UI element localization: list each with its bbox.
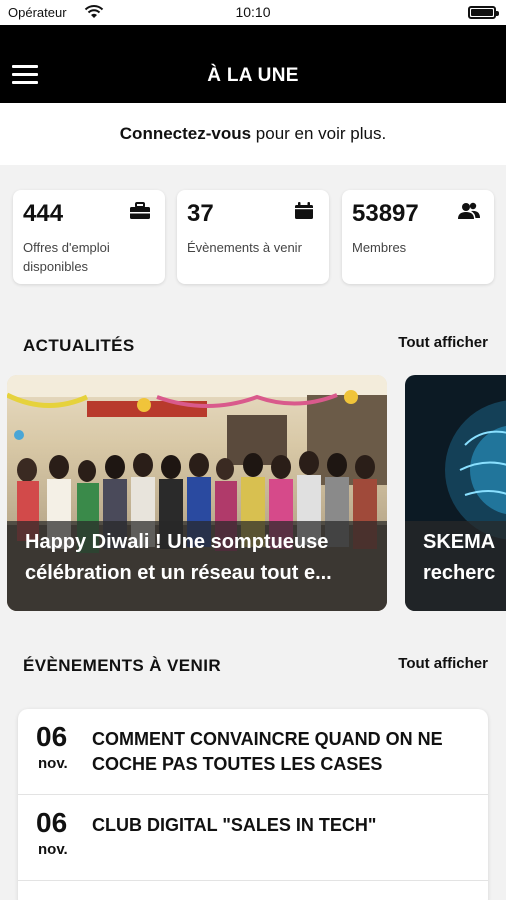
- news-headline: SKEMA recherc: [423, 527, 506, 589]
- stat-value: 444: [23, 200, 64, 227]
- briefcase-icon: [130, 202, 150, 219]
- news-card[interactable]: Happy Diwali ! Une somptueuse célébratio…: [7, 375, 387, 611]
- battery-icon: [468, 6, 499, 19]
- news-headline-line: Happy Diwali ! Une somptueuse: [25, 531, 329, 553]
- events-section-title: ÉVÈNEMENTS À VENIR: [23, 656, 222, 675]
- nav-bar: À LA UNE: [0, 25, 506, 103]
- event-row[interactable]: 06 nov. COMMENT CONVAINCRE QUAND ON NE C…: [18, 709, 488, 795]
- event-month: nov.: [38, 841, 68, 858]
- page-title: À LA UNE: [207, 65, 299, 86]
- news-headline-line: SKEMA: [423, 531, 496, 553]
- event-title: CLUB DIGITAL "SALES IN TECH": [92, 815, 377, 835]
- status-bar: Opérateur 10:10: [0, 0, 506, 25]
- login-prompt[interactable]: Connectez-vous pour en voir plus.: [0, 103, 506, 165]
- event-row[interactable]: 06 nov. CLUB DIGITAL "SALES IN TECH": [18, 795, 488, 881]
- news-card[interactable]: SKEMA recherc: [405, 375, 506, 611]
- news-headline-line: célébration et un réseau tout e...: [25, 562, 332, 584]
- status-time: 10:10: [235, 4, 271, 20]
- event-month: nov.: [38, 755, 68, 772]
- stat-card-events[interactable]: 37 Évènements à venir: [177, 190, 329, 284]
- users-icon: [458, 202, 480, 219]
- login-link[interactable]: Connectez-vous: [120, 124, 251, 143]
- news-headline: Happy Diwali ! Une somptueuse célébratio…: [25, 527, 377, 589]
- stat-label: Évènements à venir: [187, 240, 302, 255]
- event-day: 06: [36, 721, 68, 752]
- events-list: 06 nov. COMMENT CONVAINCRE QUAND ON NE C…: [18, 709, 488, 900]
- news-see-all-link[interactable]: Tout afficher: [398, 334, 488, 351]
- stat-card-members[interactable]: 53897 Membres: [342, 190, 494, 284]
- stat-label: Membres: [352, 240, 407, 255]
- stat-label: Offres d'emploi disponibles: [23, 240, 110, 274]
- event-day: 06: [36, 807, 68, 838]
- events-see-all-link[interactable]: Tout afficher: [398, 655, 488, 672]
- stat-value: 53897: [352, 200, 419, 227]
- stat-card-jobs[interactable]: 444 Offres d'emploi disponibles: [13, 190, 165, 284]
- stat-value: 37: [187, 200, 214, 227]
- event-title: COMMENT CONVAINCRE QUAND ON NE COCHE PAS…: [92, 729, 443, 774]
- news-section-title: ACTUALITÉS: [23, 336, 135, 355]
- calendar-icon: [295, 202, 313, 219]
- news-headline-line: recherc: [423, 562, 496, 584]
- login-prompt-text: pour en voir plus.: [251, 124, 387, 143]
